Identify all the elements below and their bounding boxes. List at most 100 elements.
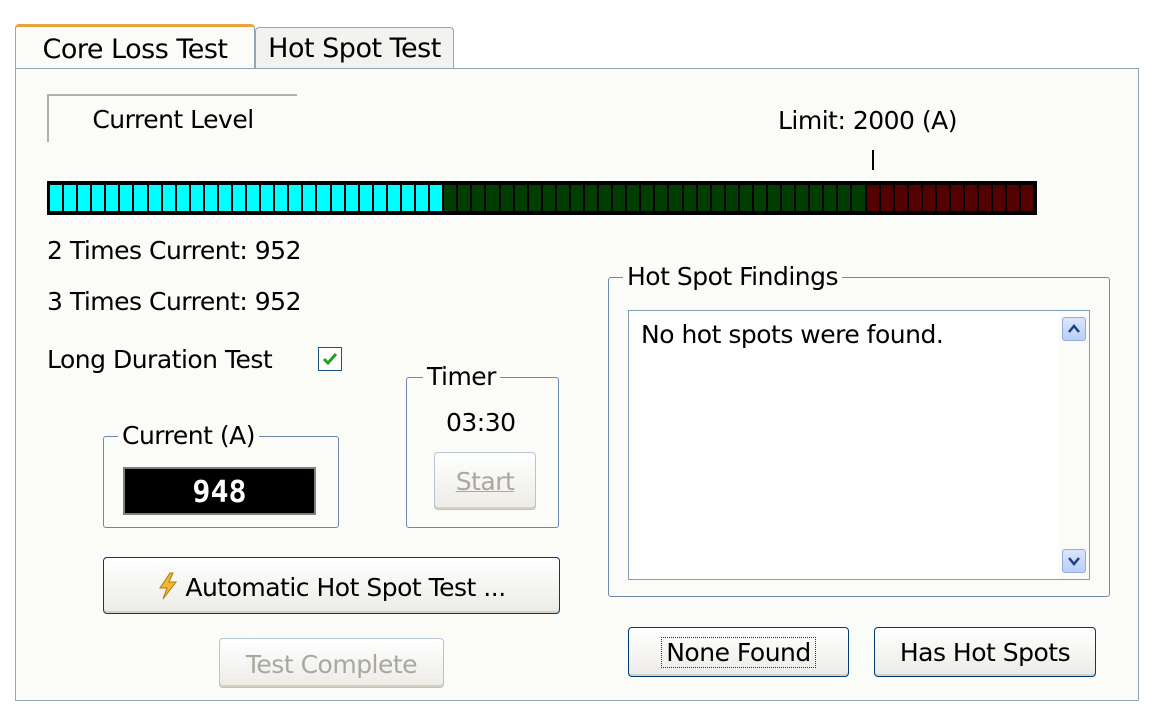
- long-duration-checkbox[interactable]: [318, 347, 342, 371]
- findings-scrollbar[interactable]: [1059, 311, 1089, 579]
- meter-segment: [528, 185, 541, 211]
- scroll-up-button[interactable]: [1062, 317, 1086, 341]
- meter-segment: [697, 185, 710, 211]
- meter-segment: [599, 185, 612, 211]
- findings-textarea[interactable]: No hot spots were found.: [628, 310, 1090, 580]
- limit-marker: [872, 150, 874, 170]
- meter-segment: [556, 185, 569, 211]
- meter-segment: [500, 185, 513, 211]
- meter-segment: [711, 185, 724, 211]
- automatic-button-label: Automatic Hot Spot Test ...: [185, 573, 506, 602]
- tab-strip: Core Loss Test Hot Spot Test: [0, 0, 1158, 71]
- meter-segment: [275, 185, 288, 211]
- meter-segment: [796, 185, 809, 211]
- timer-value: 03:30: [446, 408, 516, 437]
- three-times-current: 3 Times Current: 952: [47, 287, 302, 316]
- meter-segment: [613, 185, 626, 211]
- meter-segment: [753, 185, 766, 211]
- meter-segment: [866, 185, 879, 211]
- start-button[interactable]: Start: [434, 452, 536, 510]
- long-duration-label: Long Duration Test: [47, 345, 273, 374]
- tab-hot-spot-test[interactable]: Hot Spot Test: [255, 27, 454, 68]
- timer-group-legend: Timer: [423, 364, 500, 389]
- meter-segment: [767, 185, 781, 211]
- meter-segment: [683, 185, 696, 211]
- tab-core-loss-test[interactable]: Core Loss Test: [15, 24, 255, 71]
- meter-segment: [120, 185, 133, 211]
- scroll-down-button[interactable]: [1062, 549, 1086, 573]
- meter-segment: [331, 185, 344, 211]
- meter-segment: [218, 185, 232, 211]
- meter-segment: [1007, 185, 1020, 211]
- lightning-icon: [157, 572, 179, 606]
- checkmark-icon: [322, 353, 338, 366]
- meter-segment: [416, 185, 429, 211]
- meter-segment: [542, 185, 555, 211]
- meter-segment: [387, 185, 400, 211]
- limit-label: Limit: 2000 (A): [778, 106, 958, 135]
- findings-legend: Hot Spot Findings: [623, 264, 843, 289]
- current-level-label: Current Level: [47, 94, 297, 142]
- meter-segment: [92, 185, 105, 211]
- meter-segment: [880, 185, 893, 211]
- meter-segment: [373, 185, 386, 211]
- meter-segment: [951, 185, 964, 211]
- meter-segment: [148, 185, 161, 211]
- current-group-legend: Current (A): [118, 423, 259, 448]
- meter-segment: [204, 185, 217, 211]
- meter-segment: [739, 185, 752, 211]
- meter-segment: [261, 185, 274, 211]
- chevron-down-icon: [1068, 557, 1080, 566]
- meter-segment: [725, 185, 738, 211]
- meter-segment: [134, 185, 147, 211]
- automatic-hot-spot-test-button[interactable]: Automatic Hot Spot Test ...: [103, 557, 560, 614]
- meter-segment: [908, 185, 921, 211]
- meter-segment: [472, 185, 485, 211]
- meter-segment: [810, 185, 823, 211]
- meter-segment: [852, 185, 865, 211]
- meter-segment: [936, 185, 949, 211]
- meter-segment: [317, 185, 330, 211]
- meter-segment: [584, 185, 598, 211]
- meter-segment: [824, 185, 837, 211]
- meter-segment: [641, 185, 654, 211]
- meter-segment: [50, 185, 63, 211]
- meter-segment: [430, 185, 443, 211]
- meter-segment: [655, 185, 668, 211]
- meter-segment: [64, 185, 77, 211]
- two-times-current: 2 Times Current: 952: [47, 236, 302, 265]
- current-level-meter: [47, 181, 1037, 215]
- meter-segment: [359, 185, 372, 211]
- meter-segment: [514, 185, 527, 211]
- meter-segment: [233, 185, 246, 211]
- meter-segment: [486, 185, 499, 211]
- chevron-up-icon: [1068, 324, 1080, 333]
- meter-segment: [894, 185, 907, 211]
- meter-segment: [289, 185, 302, 211]
- meter-segment: [965, 185, 978, 211]
- meter-segment: [782, 185, 795, 211]
- meter-segment: [401, 185, 415, 211]
- none-found-label: None Found: [661, 637, 816, 668]
- meter-segment: [922, 185, 935, 211]
- has-hot-spots-button[interactable]: Has Hot Spots: [874, 627, 1096, 677]
- meter-segment: [627, 185, 640, 211]
- findings-text: No hot spots were found.: [641, 320, 944, 349]
- meter-segment: [979, 185, 992, 211]
- meter-segment: [669, 185, 682, 211]
- meter-segment: [78, 185, 91, 211]
- meter-segment: [176, 185, 189, 211]
- meter-segment: [106, 185, 119, 211]
- current-value-display: 948: [123, 467, 316, 515]
- meter-segment: [444, 185, 457, 211]
- none-found-button[interactable]: None Found: [628, 627, 849, 677]
- meter-segment: [458, 185, 471, 211]
- meter-segment: [838, 185, 851, 211]
- meter-segment: [303, 185, 316, 211]
- test-complete-button[interactable]: Test Complete: [219, 638, 444, 688]
- meter-segment: [993, 185, 1006, 211]
- meter-segment: [247, 185, 260, 211]
- meter-segment: [1021, 185, 1034, 211]
- meter-segment: [570, 185, 583, 211]
- meter-segment: [345, 185, 358, 211]
